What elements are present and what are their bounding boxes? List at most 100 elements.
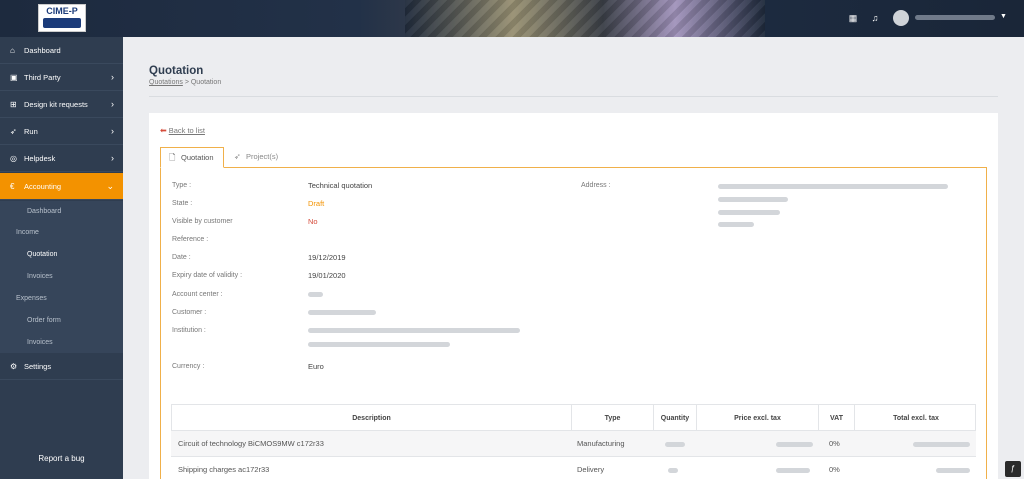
table-header: Description Type Quantity Price excl. ta…: [171, 404, 977, 432]
sidebar-item-helpdesk[interactable]: ◎ Helpdesk ›: [0, 145, 123, 172]
sidebar-item-accounting[interactable]: € Accounting ⌄: [0, 173, 123, 200]
arrow-left-icon: ⬅: [160, 126, 167, 135]
sidebar-item-settings[interactable]: ⚙ Settings: [0, 353, 123, 380]
expiry-date-value: 19/01/2020: [308, 271, 346, 280]
column-header-vat: VAT: [818, 405, 854, 432]
type-label: Type :: [172, 182, 192, 189]
user-avatar[interactable]: [893, 10, 909, 26]
caret-down-icon[interactable]: ▼: [1000, 13, 1007, 20]
address-book-icon: ▣: [10, 73, 18, 82]
logo-graphic: [43, 18, 81, 28]
row-price-redacted: [776, 442, 813, 447]
type-value: Technical quotation: [308, 181, 373, 190]
file-icon: 🗋: [169, 153, 176, 162]
customer-label: Customer :: [172, 309, 207, 316]
reference-label: Reference :: [172, 236, 209, 243]
tab-label: Project(s): [246, 152, 279, 161]
back-to-list-link[interactable]: ⬅ Back to list: [160, 126, 205, 135]
sidebar-item-third-party[interactable]: ▣ Third Party ›: [0, 64, 123, 91]
submenu-accounting-dashboard[interactable]: Dashboard: [27, 208, 61, 215]
institution-redacted-line: [308, 342, 450, 347]
row-price-redacted: [776, 468, 810, 473]
submenu-income-heading: Income: [16, 229, 39, 236]
customer-redacted: [308, 310, 376, 315]
submenu-order-form[interactable]: Order form: [27, 317, 61, 324]
column-header-quantity: Quantity: [653, 405, 696, 432]
row-description: Circuit of technology BiCMOS9MW c172r33: [178, 439, 324, 448]
sidebar-item-run[interactable]: ➶ Run ›: [0, 118, 123, 145]
institution-redacted-line: [308, 328, 520, 333]
breadcrumb-quotations-link[interactable]: Quotations: [149, 79, 183, 86]
sidebar-item-label: Design kit requests: [24, 100, 88, 109]
page-title: Quotation: [149, 65, 204, 77]
expiry-date-label: Expiry date of validity :: [172, 272, 243, 279]
chevron-right-icon: ›: [111, 99, 114, 109]
breadcrumb: Quotations > Quotation: [149, 79, 221, 86]
state-value: Draft: [308, 199, 325, 208]
top-bar: CIME-P ▦ ♫ ▼: [0, 0, 1024, 37]
state-label: State :: [172, 200, 193, 207]
sitemap-icon: ⊞: [10, 100, 17, 109]
chevron-right-icon: ›: [111, 126, 114, 136]
row-vat: 0%: [829, 465, 840, 474]
account-center-label: Account center :: [172, 291, 223, 298]
sidebar-item-dashboard[interactable]: ⌂ Dashboard: [0, 37, 123, 64]
header-divider: [149, 96, 998, 97]
sidebar-item-label: Helpdesk: [24, 154, 56, 163]
submenu-quotation[interactable]: Quotation: [27, 251, 57, 258]
home-icon: ⌂: [10, 46, 15, 55]
report-bug-link[interactable]: Report a bug: [0, 454, 123, 463]
table-row: Shipping charges ac172r33 Delivery 0%: [171, 457, 976, 479]
row-vat: 0%: [829, 439, 840, 448]
address-redacted-line: [718, 222, 754, 227]
bell-icon[interactable]: ♫: [870, 13, 880, 23]
row-type: Delivery: [577, 465, 605, 474]
row-total-redacted: [913, 442, 970, 447]
date-label: Date :: [172, 254, 191, 261]
visible-by-customer-label: Visible by customer: [172, 218, 233, 225]
breadcrumb-separator: >: [184, 79, 189, 86]
logo-text: CIME-P: [46, 6, 78, 16]
cime-logo[interactable]: CIME-P: [38, 4, 86, 32]
breadcrumb-current: Quotation: [190, 79, 222, 86]
calendar-icon[interactable]: ▦: [848, 13, 858, 23]
sidebar-item-label: Accounting: [24, 182, 62, 191]
address-redacted-line: [718, 184, 948, 189]
chevron-right-icon: ›: [111, 72, 114, 82]
euro-icon: €: [10, 182, 15, 191]
row-description: Shipping charges ac172r33: [178, 465, 270, 474]
row-quantity-redacted: [665, 442, 685, 447]
currency-label: Currency :: [172, 363, 205, 370]
sidebar-item-label: Dashboard: [24, 46, 61, 55]
table-row: Circuit of technology BiCMOS9MW c172r33 …: [171, 431, 976, 457]
row-total-redacted: [936, 468, 970, 473]
submenu-income-invoices[interactable]: Invoices: [27, 273, 53, 280]
accounting-submenu: [0, 201, 123, 353]
life-ring-icon: ◎: [10, 154, 17, 163]
address-redacted-line: [718, 210, 780, 215]
date-value: 19/12/2019: [308, 253, 346, 262]
symfony-toolbar-icon[interactable]: ƒ: [1005, 461, 1021, 477]
submenu-expenses-heading: Expenses: [16, 295, 47, 302]
rocket-icon: ➶: [234, 152, 241, 161]
row-type: Manufacturing: [577, 439, 625, 448]
row-quantity-redacted: [668, 468, 678, 473]
tab-quotation[interactable]: 🗋 Quotation: [160, 147, 224, 168]
column-header-total: Total excl. tax: [854, 405, 977, 432]
sidebar-item-label: Third Party: [24, 73, 61, 82]
header-banner-image: [405, 0, 765, 37]
back-to-list-label: Back to list: [168, 126, 205, 135]
tab-label: Quotation: [181, 153, 214, 162]
submenu-expenses-invoices[interactable]: Invoices: [27, 339, 53, 346]
chevron-down-icon: ⌄: [106, 181, 114, 191]
chevron-right-icon: ›: [111, 153, 114, 163]
tab-projects[interactable]: ➶ Project(s): [226, 147, 296, 168]
column-header-price: Price excl. tax: [696, 405, 818, 432]
sidebar-item-design-kit-requests[interactable]: ⊞ Design kit requests ›: [0, 91, 123, 118]
address-label: Address :: [581, 182, 611, 189]
column-header-description: Description: [352, 415, 391, 422]
sidebar-item-label: Run: [24, 127, 38, 136]
address-redacted-line: [718, 197, 788, 202]
user-name-redacted[interactable]: [915, 15, 995, 20]
visible-by-customer-value: No: [308, 217, 318, 226]
